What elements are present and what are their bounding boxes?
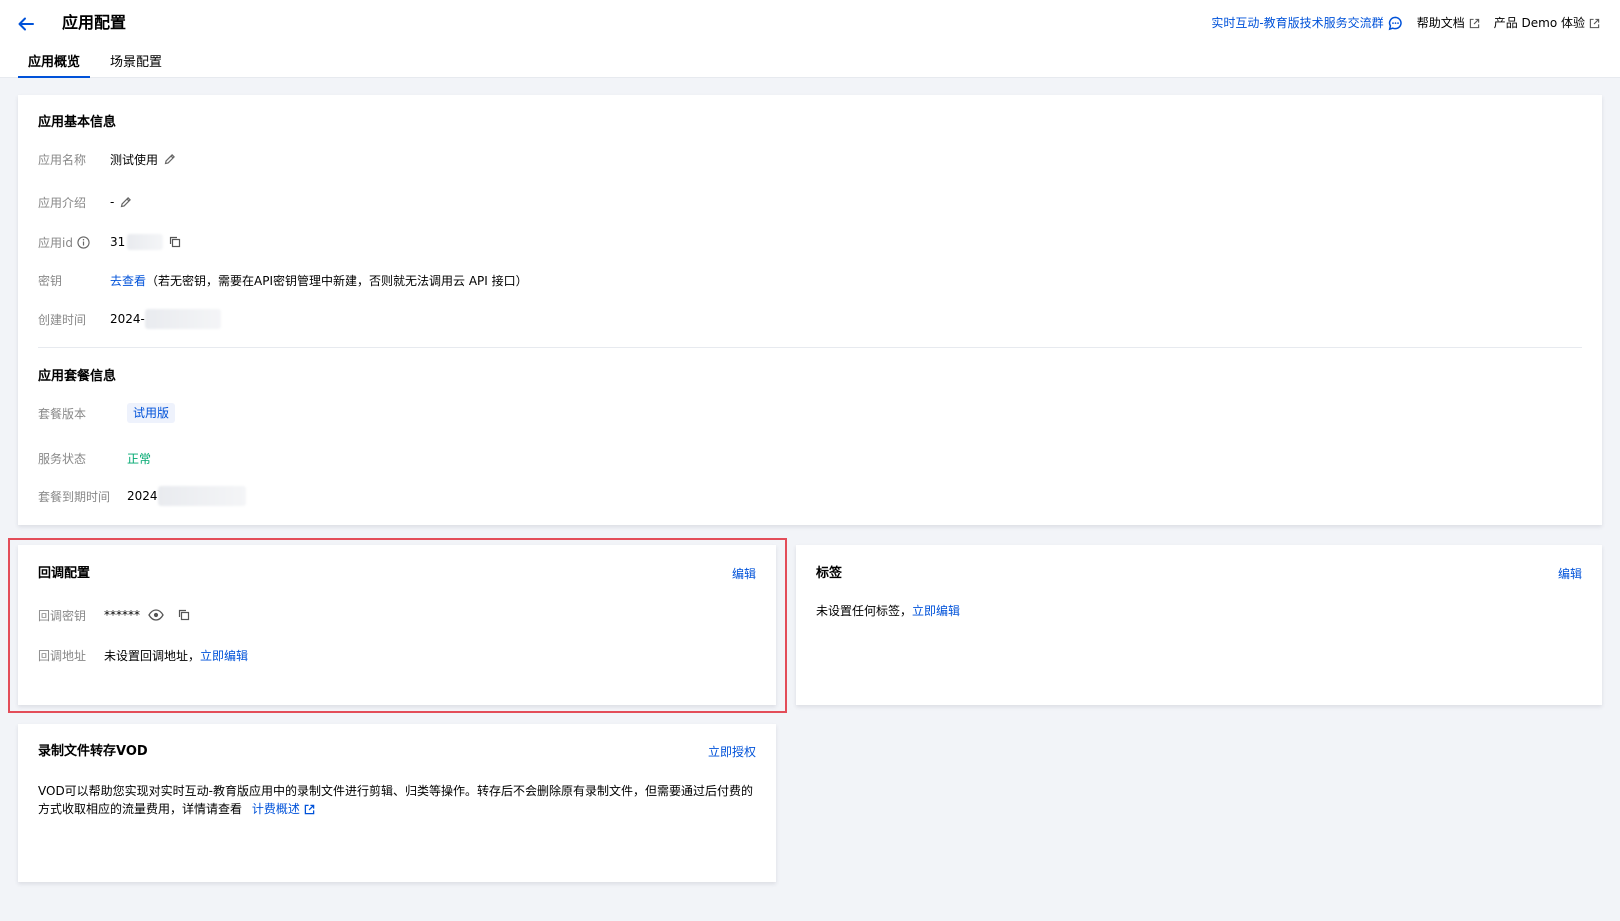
- masked-date: [144, 309, 221, 329]
- view-key-link[interactable]: 去查看: [110, 272, 146, 289]
- app-id-row: 应用id 31: [38, 232, 181, 252]
- tags-card: 标签 编辑 未设置任何标签， 立即编辑: [796, 545, 1602, 705]
- callback-title: 回调配置: [38, 566, 91, 581]
- tab-scene-config[interactable]: 场景配置: [100, 52, 172, 78]
- service-status-row: 服务状态 正常: [38, 451, 152, 466]
- billing-overview-link[interactable]: 计费概述: [252, 800, 315, 818]
- tags-empty-text: 未设置任何标签，: [816, 603, 913, 618]
- app-name-row: 应用名称 测试使用: [38, 149, 176, 169]
- demo-link[interactable]: 产品 Demo 体验: [1494, 14, 1600, 32]
- app-intro-value: -: [110, 195, 115, 209]
- help-docs-link[interactable]: 帮助文档: [1417, 14, 1480, 32]
- package-info-title: 应用套餐信息: [38, 369, 117, 384]
- callback-edit-button[interactable]: 编辑: [732, 565, 756, 583]
- vod-authorize-button[interactable]: 立即授权: [708, 743, 756, 761]
- package-version-row: 套餐版本 试用版: [38, 403, 176, 423]
- trial-version-badge: 试用版: [127, 403, 176, 423]
- header-links: 实时互动-教育版技术服务交流群 帮助文档 产品 Demo 体验: [1211, 13, 1600, 33]
- created-time-value: 2024-: [110, 312, 145, 326]
- service-status-value: 正常: [127, 451, 152, 466]
- callback-secret-row: 回调密钥 ******: [38, 605, 190, 625]
- callback-url-value: 未设置回调地址，: [104, 648, 201, 663]
- basic-info-card: 应用基本信息 应用名称 测试使用 应用介绍 - 应用id 31 密钥 去查看 （…: [18, 95, 1602, 525]
- vod-description: VOD可以帮助您实现对实时互动-教育版应用中的录制文件进行剪辑、归类等操作。转存…: [38, 784, 754, 818]
- masked-id: [127, 234, 164, 250]
- secret-key-row: 密钥 去查看 （若无密钥，需要在API密钥管理中新建，否则就无法调用云 API …: [38, 272, 528, 289]
- tab-bar: 应用概览 场景配置: [18, 52, 182, 78]
- community-link[interactable]: 实时互动-教育版技术服务交流群: [1211, 14, 1402, 32]
- chat-bubble-icon: [1388, 16, 1402, 30]
- external-link-icon: [1469, 18, 1479, 28]
- app-intro-row: 应用介绍 -: [38, 192, 132, 212]
- edit-pencil-icon[interactable]: [120, 196, 132, 208]
- vod-title: 录制文件转存VOD: [38, 744, 148, 759]
- app-id-value: 31: [110, 235, 126, 249]
- tags-edit-now-link[interactable]: 立即编辑: [912, 602, 960, 619]
- masked-expire-date: [157, 486, 246, 506]
- key-note: （若无密钥，需要在API密钥管理中新建，否则就无法调用云 API 接口）: [146, 273, 528, 288]
- page-header: 应用配置 实时互动-教育版技术服务交流群 帮助文档 产品 Demo 体验 应用概…: [0, 0, 1620, 78]
- basic-info-title: 应用基本信息: [38, 115, 117, 130]
- section-divider: [38, 347, 1582, 348]
- edit-pencil-icon[interactable]: [164, 153, 176, 165]
- info-icon[interactable]: [77, 235, 90, 249]
- external-link-icon: [304, 804, 315, 814]
- back-button[interactable]: [14, 12, 38, 36]
- page-title: 应用配置: [62, 13, 127, 32]
- vod-card: 录制文件转存VOD 立即授权 VOD可以帮助您实现对实时互动-教育版应用中的录制…: [18, 724, 776, 882]
- tags-edit-button[interactable]: 编辑: [1558, 565, 1582, 583]
- callback-config-card: 回调配置 编辑 回调密钥 ****** 回调地址 未设置回调地址， 立即编辑: [18, 545, 776, 705]
- app-name-value: 测试使用: [110, 152, 159, 167]
- tags-empty-row: 未设置任何标签， 立即编辑: [816, 600, 960, 620]
- package-expire-value: 2024: [127, 489, 158, 503]
- copy-icon[interactable]: [169, 236, 181, 248]
- package-expire-row: 套餐到期时间 2024: [38, 486, 246, 506]
- callback-edit-now-link[interactable]: 立即编辑: [200, 647, 248, 664]
- tab-overview[interactable]: 应用概览: [18, 52, 91, 78]
- tags-title: 标签: [816, 566, 843, 581]
- copy-icon[interactable]: [178, 609, 190, 621]
- arrow-left-icon: [18, 17, 34, 31]
- created-time-row: 创建时间 2024-: [38, 309, 221, 329]
- callback-url-row: 回调地址 未设置回调地址， 立即编辑: [38, 647, 249, 664]
- external-link-icon: [1589, 18, 1600, 28]
- eye-icon[interactable]: [148, 609, 164, 621]
- callback-secret-value: ******: [104, 608, 140, 622]
